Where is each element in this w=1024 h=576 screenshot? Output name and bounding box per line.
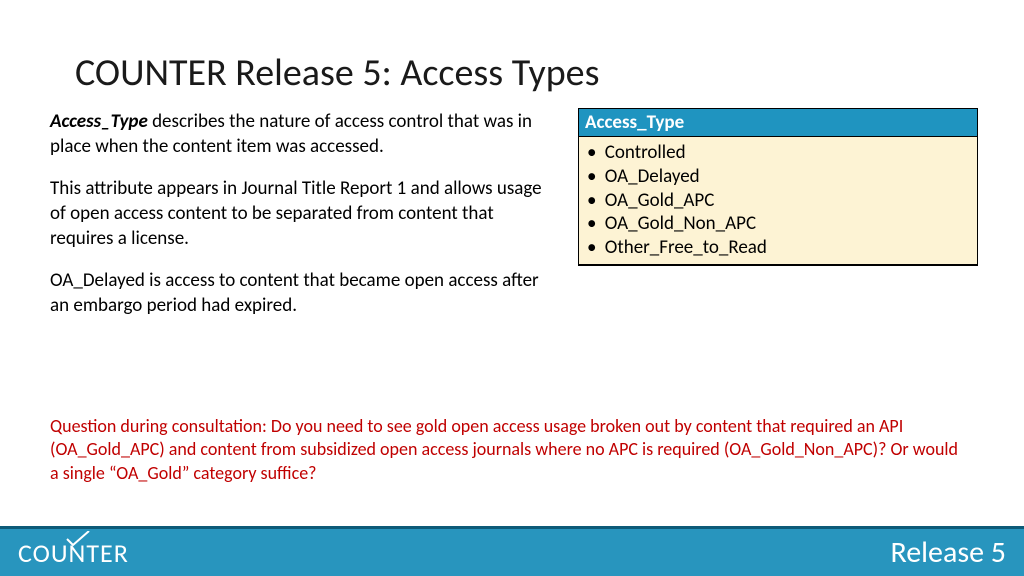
lead-term: Access_Type	[50, 110, 148, 133]
paragraph-2: This attribute appears in Journal Title …	[50, 177, 550, 251]
counter-logo: COUNTER	[18, 537, 129, 569]
list-item: Controlled	[599, 141, 971, 165]
table-list: Controlled OA_Delayed OA_Gold_APC OA_Gol…	[599, 141, 971, 260]
paragraph-3: OA_Delayed is access to content that bec…	[50, 269, 550, 318]
list-item: Other_Free_to_Read	[599, 236, 971, 260]
body-text: Access_Type describes the nature of acce…	[50, 110, 550, 337]
list-item: OA_Delayed	[599, 165, 971, 189]
footer-bar: COUNTER Release 5	[0, 526, 1024, 576]
consultation-question: Question during consultation: Do you nee…	[50, 415, 970, 485]
slide-title: COUNTER Release 5: Access Types	[75, 50, 599, 96]
checkmark-icon	[65, 531, 91, 547]
slide: COUNTER Release 5: Access Types Access_T…	[0, 0, 1024, 576]
access-type-table: Access_Type Controlled OA_Delayed OA_Gol…	[578, 108, 978, 266]
table-header: Access_Type	[578, 108, 978, 137]
release-label: Release 5	[890, 534, 1006, 571]
paragraph-1: Access_Type describes the nature of acce…	[50, 110, 550, 159]
logo-n-wrap: N	[69, 537, 87, 569]
logo-text-post: TER	[86, 537, 128, 569]
logo-text-pre: COU	[18, 537, 69, 569]
table-body: Controlled OA_Delayed OA_Gold_APC OA_Gol…	[578, 137, 978, 266]
list-item: OA_Gold_APC	[599, 189, 971, 213]
list-item: OA_Gold_Non_APC	[599, 212, 971, 236]
